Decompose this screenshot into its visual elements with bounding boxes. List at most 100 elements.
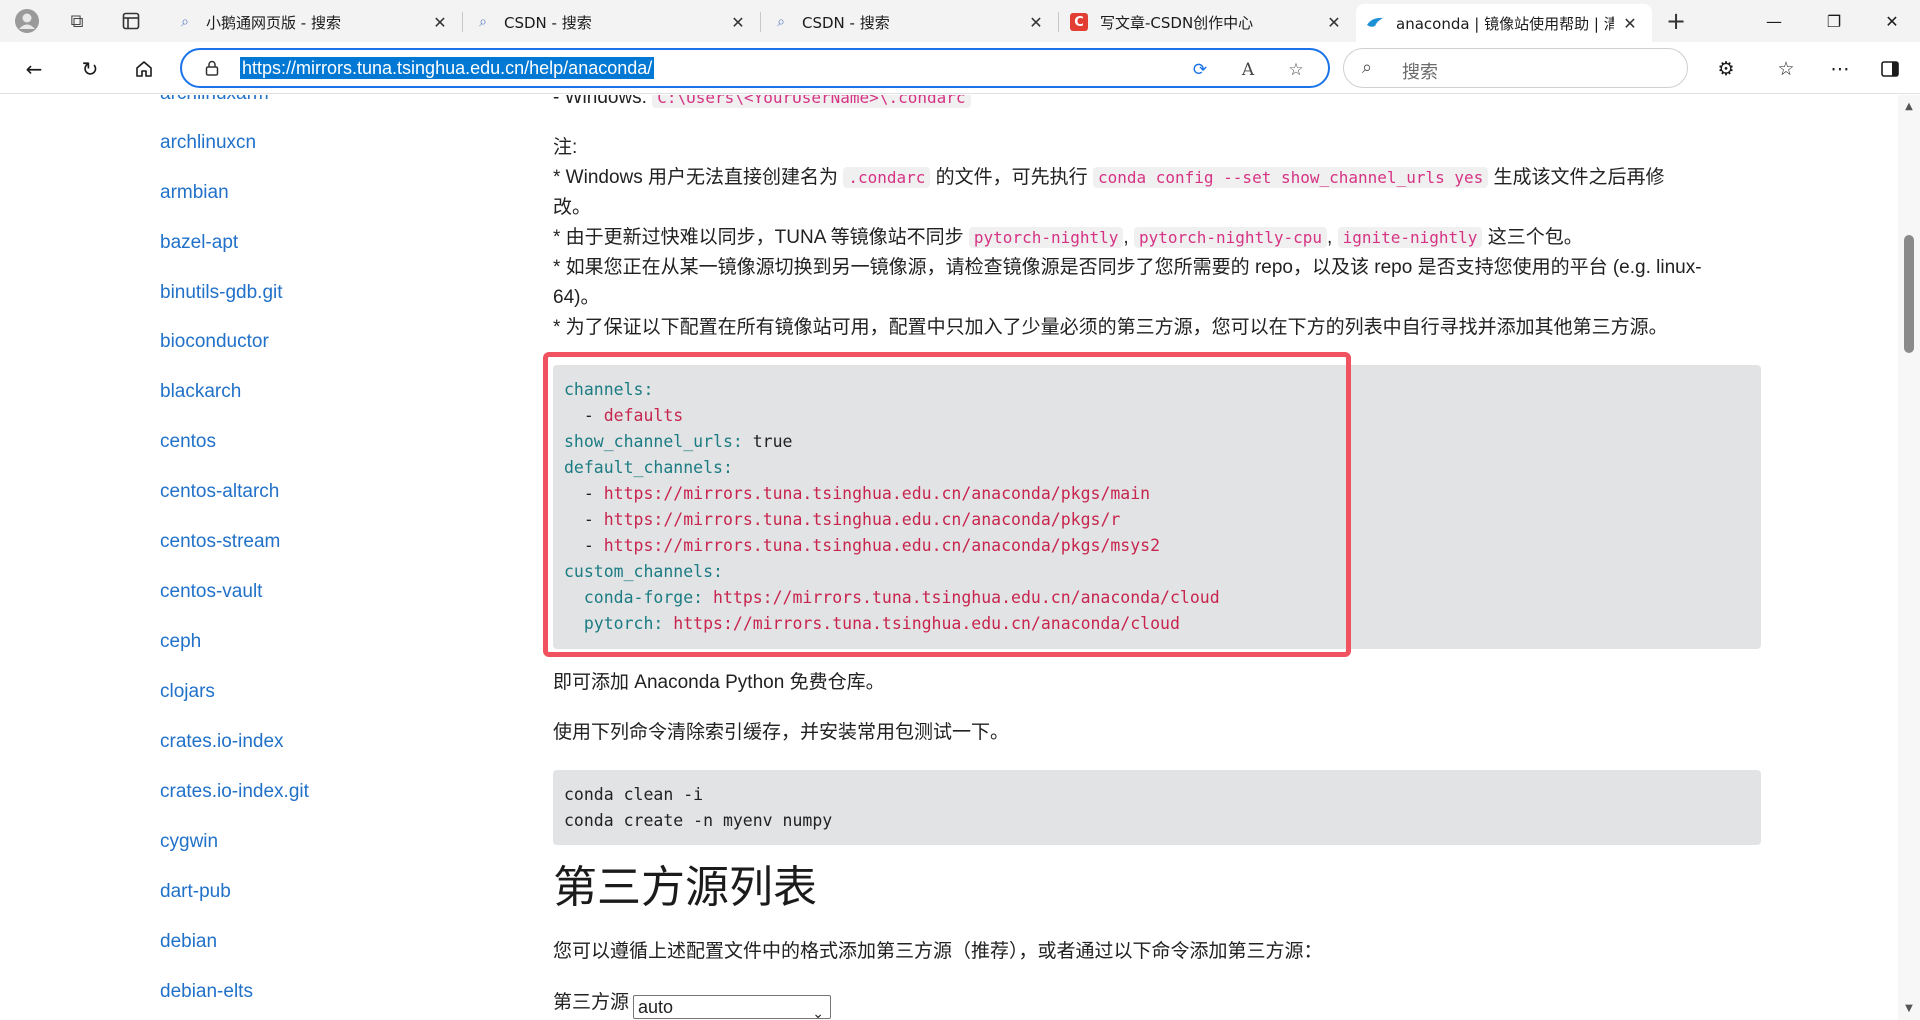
sidebar-link[interactable]: crates.io-index — [160, 731, 284, 753]
note-text: * 由于更新过快难以同步，TUNA 等镜像站不同步 — [553, 227, 969, 248]
scrollbar-thumb[interactable] — [1904, 235, 1914, 353]
tab-strip: ⧉ ⌕ 小鹅通网页版 - 搜索 ✕ ⌕ CSDN - 搜索 ✕ ⌕ CSDN -… — [0, 0, 1920, 42]
separator: , — [1327, 227, 1333, 248]
tab-divider — [462, 12, 463, 32]
command-line: conda clean -i — [564, 785, 704, 804]
windows-prefix: - Windows: — [553, 95, 653, 108]
close-tab-icon[interactable]: ✕ — [728, 12, 748, 32]
restore-button[interactable]: ❐ — [1806, 0, 1862, 42]
browser-tab-0[interactable]: ⌕ 小鹅通网页版 - 搜索 ✕ — [166, 4, 462, 40]
search-placeholder: 搜索 — [1402, 62, 1438, 82]
inline-code: .condarc — [843, 167, 931, 188]
sidebar-link[interactable]: centos-vault — [160, 581, 262, 603]
browser-tab-3[interactable]: C 写文章-CSDN创作中心 ✕ — [1060, 4, 1356, 40]
tab-title: 小鹅通网页版 - 搜索 — [206, 13, 341, 32]
inline-code: conda config --set show_channel_urls yes — [1092, 167, 1489, 188]
clean-command-block[interactable]: conda clean -i conda create -n myenv num… — [553, 770, 1761, 845]
lock-icon[interactable] — [202, 58, 222, 78]
csdn-icon: C — [1070, 13, 1088, 31]
url-text[interactable]: https://mirrors.tuna.tsinghua.edu.cn/hel… — [240, 57, 655, 79]
search-icon: ⌕ — [479, 14, 487, 30]
sidebar-link[interactable]: binutils-gdb.git — [160, 282, 283, 304]
sidebar-link[interactable]: crates.io-index.git — [160, 781, 309, 803]
after-config-text: 即可添加 Anaconda Python 免费仓库。 — [553, 672, 885, 693]
scroll-down-icon[interactable]: ▼ — [1904, 1003, 1914, 1014]
sidebar-link[interactable]: centos-altarch — [160, 481, 279, 503]
tab-title: 写文章-CSDN创作中心 — [1100, 13, 1254, 32]
note-label: 注: — [553, 137, 578, 158]
close-tab-icon[interactable]: ✕ — [1026, 12, 1046, 32]
sidebar-link[interactable]: ceph — [160, 631, 201, 653]
inline-code: pytorch-nightly-cpu — [1133, 227, 1327, 248]
sidebar-link[interactable]: cygwin — [160, 831, 218, 853]
browser-tab-2[interactable]: ⌕ CSDN - 搜索 ✕ — [762, 4, 1058, 40]
profile-avatar-icon[interactable] — [12, 6, 42, 36]
more-menu-icon[interactable]: ⋯ — [1822, 51, 1858, 87]
command-line: conda create -n myenv numpy — [564, 811, 833, 830]
sidebar-link[interactable]: archlinuxarm — [160, 95, 269, 105]
sidebar-link[interactable]: debian-elts — [160, 981, 253, 1003]
search-icon: ⌕ — [181, 14, 189, 30]
back-button[interactable]: ← — [16, 51, 52, 87]
third-party-source-select[interactable]: auto ⌄ — [633, 995, 831, 1020]
home-button[interactable] — [126, 51, 162, 87]
note-1-cont: 改。 — [553, 197, 592, 218]
note-4: * 为了保证以下配置在所有镜像站可用，配置中只加入了少量必须的第三方源，您可以在… — [553, 317, 1668, 338]
close-tab-icon[interactable]: ✕ — [430, 12, 450, 32]
note-1: * Windows 用户无法直接创建名为 .condarc 的文件，可先执行 c… — [553, 163, 1665, 193]
favorite-star-icon[interactable]: ☆ — [1284, 58, 1308, 82]
collections-icon[interactable]: ⧉ — [62, 6, 92, 36]
sidebar-link[interactable]: bazel-apt — [160, 232, 238, 254]
sidebar-link[interactable]: blackarch — [160, 381, 241, 403]
chevron-down-icon: ⌄ — [812, 1005, 824, 1020]
tab-title: CSDN - 搜索 — [802, 13, 890, 32]
clean-intro-text: 使用下列命令清除索引缓存，并安装常用包测试一下。 — [553, 722, 1010, 743]
tab-title: CSDN - 搜索 — [504, 13, 592, 32]
sidebar-link[interactable]: centos — [160, 431, 216, 453]
tab-actions-icon[interactable] — [116, 6, 146, 36]
browser-tab-1[interactable]: ⌕ CSDN - 搜索 ✕ — [464, 4, 760, 40]
sidebar-link[interactable]: armbian — [160, 182, 229, 204]
separator: , — [1123, 227, 1129, 248]
windows-path-code: C:\Users\<YourUserName>\.condarc — [652, 95, 971, 108]
inline-code: ignite-nightly — [1337, 227, 1483, 248]
note-text: 生成该文件之后再修 — [1488, 167, 1665, 188]
close-tab-icon[interactable]: ✕ — [1620, 13, 1640, 33]
close-window-button[interactable]: ✕ — [1864, 0, 1920, 42]
new-tab-button[interactable]: + — [1660, 6, 1692, 36]
note-3-cont: 64)。 — [553, 287, 600, 308]
sidebar-toggle-icon[interactable] — [1872, 51, 1908, 87]
sidebar-link[interactable]: archlinuxcn — [160, 132, 256, 154]
browser-tab-active[interactable]: anaconda | 镜像站使用帮助 | 清华 ✕ — [1356, 4, 1652, 42]
tab-title: anaconda | 镜像站使用帮助 | 清华 — [1396, 14, 1614, 33]
search-icon: ⌕ — [1362, 57, 1373, 78]
read-aloud-icon[interactable]: A — [1236, 58, 1260, 82]
translate-icon[interactable]: ⟳ — [1188, 58, 1212, 82]
tab-divider — [760, 12, 761, 32]
windows-path-line: - Windows: C:\Users\<YourUserName>\.cond… — [553, 95, 971, 113]
third-party-sources-heading: 第三方源列表 — [553, 863, 817, 912]
search-box[interactable]: ⌕ 搜索 — [1343, 48, 1688, 88]
scroll-up-icon[interactable]: ▲ — [1904, 101, 1914, 112]
note-text: 的文件，可先执行 — [930, 167, 1093, 188]
page-scrollbar[interactable]: ▲ ▼ — [1898, 95, 1920, 1020]
minimize-button[interactable]: — — [1746, 0, 1802, 42]
select-value: auto — [638, 997, 674, 1017]
refresh-button[interactable]: ↻ — [72, 51, 108, 87]
note-text: 这三个包。 — [1482, 227, 1583, 248]
note-3: * 如果您正在从某一镜像源切换到另一镜像源，请检查镜像源是否同步了您所需要的 r… — [553, 257, 1702, 278]
note-2: * 由于更新过快难以同步，TUNA 等镜像站不同步 pytorch-nightl… — [553, 223, 1583, 253]
sidebar-link[interactable]: dart-pub — [160, 881, 231, 903]
red-highlight-annotation — [543, 352, 1351, 657]
close-tab-icon[interactable]: ✕ — [1324, 12, 1344, 32]
sidebar-link[interactable]: bioconductor — [160, 331, 269, 353]
inline-code: pytorch-nightly — [968, 227, 1124, 248]
favorites-icon[interactable]: ☆ — [1768, 51, 1804, 87]
sidebar-link[interactable]: centos-stream — [160, 531, 280, 553]
section-description: 您可以遵循上述配置文件中的格式添加第三方源（推荐），或者通过以下命令添加第三方源… — [553, 941, 1323, 962]
sidebar-link[interactable]: debian — [160, 931, 217, 953]
sidebar-link[interactable]: clojars — [160, 681, 215, 703]
extensions-icon[interactable]: ⚙ — [1708, 51, 1744, 87]
source-label: 第三方源 — [553, 992, 630, 1013]
address-bar[interactable]: https://mirrors.tuna.tsinghua.edu.cn/hel… — [180, 48, 1330, 88]
